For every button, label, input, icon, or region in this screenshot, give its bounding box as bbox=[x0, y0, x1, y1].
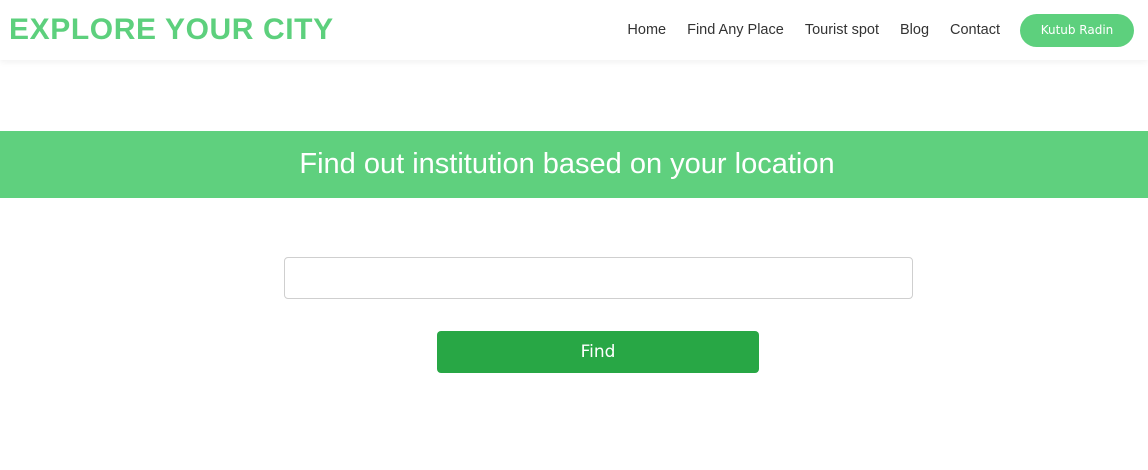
location-search-input[interactable] bbox=[284, 257, 913, 299]
nav-link-tourist-spot[interactable]: Tourist spot bbox=[805, 23, 879, 38]
find-button[interactable]: Find bbox=[437, 331, 759, 373]
user-account-button[interactable]: Kutub Radin bbox=[1020, 13, 1134, 47]
navbar: EXPLORE YOUR CITY Home Find Any Place To… bbox=[0, 0, 1148, 60]
banner-title: Find out institution based on your locat… bbox=[299, 148, 835, 180]
site-brand-link[interactable]: EXPLORE YOUR CITY bbox=[9, 15, 334, 45]
page-banner: Find out institution based on your locat… bbox=[0, 131, 1148, 198]
nav-link-home[interactable]: Home bbox=[627, 23, 666, 38]
main-nav: Home Find Any Place Tourist spot Blog Co… bbox=[627, 13, 1134, 47]
nav-link-contact[interactable]: Contact bbox=[950, 23, 1000, 38]
nav-link-blog[interactable]: Blog bbox=[900, 23, 929, 38]
nav-link-find-any-place[interactable]: Find Any Place bbox=[687, 23, 784, 38]
